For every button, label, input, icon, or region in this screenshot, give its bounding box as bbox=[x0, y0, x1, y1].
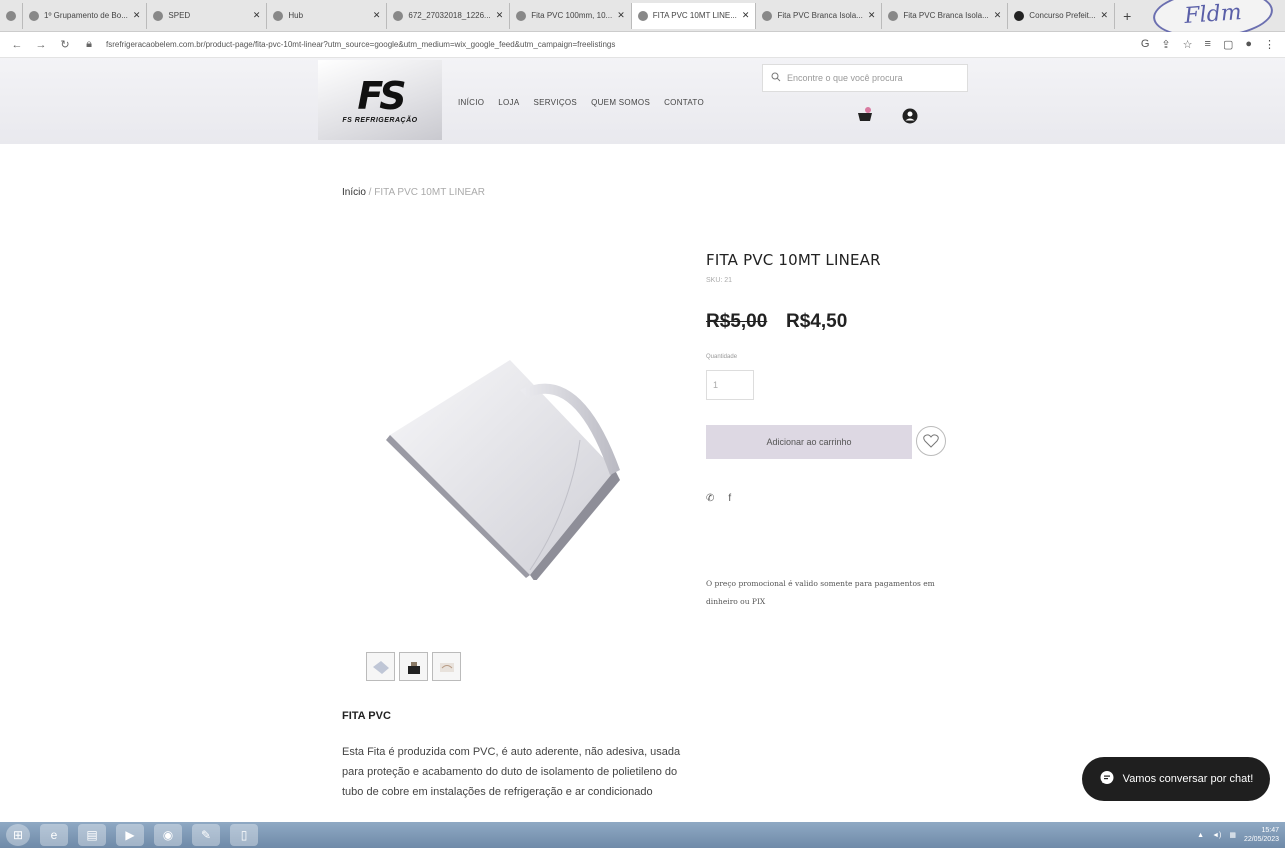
start-button-icon[interactable]: ⊞ bbox=[6, 824, 30, 846]
wishlist-heart-icon[interactable] bbox=[916, 426, 946, 456]
breadcrumb-current: FITA PVC 10MT LINEAR bbox=[374, 187, 486, 198]
close-icon[interactable]: ✕ bbox=[133, 10, 141, 21]
search-input[interactable]: Encontre o que você procura bbox=[762, 64, 968, 92]
close-icon[interactable]: ✕ bbox=[868, 10, 876, 21]
url-field[interactable]: fsrefrigeracaobelem.com.br/product-page/… bbox=[106, 40, 1131, 49]
system-tray: ▲ ◄) ▦ 15:47 22/05/2023 bbox=[1197, 826, 1279, 844]
nav-contato[interactable]: CONTATO bbox=[664, 98, 704, 107]
tab-favicon-icon bbox=[762, 10, 773, 21]
profile-icon[interactable]: ● bbox=[1245, 38, 1252, 51]
thumbnail-strip bbox=[366, 652, 461, 681]
new-tab-button[interactable]: + bbox=[1115, 8, 1139, 24]
breadcrumb-home[interactable]: Início bbox=[342, 187, 366, 198]
document-icon[interactable]: ▯ bbox=[230, 824, 258, 846]
chat-button[interactable]: Vamos conversar por chat! bbox=[1082, 757, 1270, 801]
quantity-input[interactable] bbox=[706, 370, 754, 400]
reload-icon[interactable]: ↻ bbox=[58, 38, 72, 51]
back-icon[interactable]: ← bbox=[10, 39, 24, 51]
network-icon[interactable]: ▦ bbox=[1229, 831, 1236, 839]
clock[interactable]: 15:47 22/05/2023 bbox=[1244, 826, 1279, 844]
tab-favicon-icon bbox=[888, 10, 899, 21]
tab-fita-branca-2[interactable]: Fita PVC Branca Isola... ✕ bbox=[882, 2, 1009, 29]
cart-icon[interactable] bbox=[856, 106, 874, 124]
close-icon[interactable]: ✕ bbox=[617, 10, 625, 21]
chat-bubble-icon bbox=[1099, 770, 1115, 789]
product-title: FITA PVC 10MT LINEAR bbox=[706, 251, 881, 269]
thumbnail-2[interactable] bbox=[399, 652, 428, 681]
whatsapp-icon[interactable]: ✆ bbox=[706, 493, 714, 504]
close-icon[interactable]: ✕ bbox=[253, 10, 261, 21]
file-explorer-icon[interactable]: ▤ bbox=[78, 824, 106, 846]
price-original: R$5,00 bbox=[706, 311, 768, 332]
close-icon[interactable]: ✕ bbox=[1101, 10, 1109, 21]
tab-favicon-icon bbox=[273, 10, 284, 21]
chat-label: Vamos conversar por chat! bbox=[1122, 773, 1254, 785]
browser-menu-icon[interactable]: ⋮ bbox=[1264, 38, 1275, 51]
tab-active-product[interactable]: FITA PVC 10MT LINE... ✕ bbox=[631, 2, 757, 29]
os-taskbar: ⊞ e ▤ ▶ ◉ ✎ ▯ ▲ ◄) ▦ 15:47 22/05/2023 bbox=[0, 822, 1285, 848]
address-bar: ← → ↻ 🔒︎ fsrefrigeracaobelem.com.br/prod… bbox=[0, 32, 1285, 58]
tab-grupamento[interactable]: 1º Grupamento de Bo... ✕ bbox=[23, 2, 148, 29]
tab-favicon-icon bbox=[153, 10, 164, 21]
promo-note: O preço promocional é valido somente par… bbox=[706, 579, 935, 606]
thumbnail-3[interactable] bbox=[432, 652, 461, 681]
tab-sped[interactable]: SPED ✕ bbox=[147, 2, 268, 29]
nav-servicos[interactable]: SERVIÇOS bbox=[533, 98, 577, 107]
search-icon bbox=[771, 72, 781, 84]
bookmark-star-icon[interactable]: ☆ bbox=[1183, 38, 1193, 51]
tab-pdf-document[interactable]: 672_27032018_1226... ✕ bbox=[387, 2, 511, 29]
tab-favicon-icon bbox=[393, 10, 404, 21]
tray-expand-icon[interactable]: ▲ bbox=[1197, 832, 1204, 839]
account-icon[interactable] bbox=[902, 108, 918, 124]
close-icon[interactable]: ✕ bbox=[742, 10, 750, 21]
tab-concurso[interactable]: Concurso Prefeit... ✕ bbox=[1008, 2, 1116, 29]
tab-hub[interactable]: Hub ✕ bbox=[267, 2, 388, 29]
share-links: ✆ f bbox=[706, 493, 731, 504]
close-icon[interactable]: ✕ bbox=[994, 10, 1002, 21]
tab-favicon-icon bbox=[516, 10, 527, 21]
tab-google-search[interactable]: Fita PVC 100mm, 10... ✕ bbox=[510, 2, 632, 29]
breadcrumb: Início / FITA PVC 10MT LINEAR bbox=[342, 187, 486, 198]
browser-tab-bar: 1º Grupamento de Bo... ✕ SPED ✕ Hub ✕ 672_2… bbox=[0, 0, 1285, 32]
tab-favicon-icon bbox=[1014, 10, 1025, 21]
forward-icon[interactable]: → bbox=[34, 39, 48, 51]
description-title: FITA PVC bbox=[342, 710, 391, 722]
reading-list-icon[interactable]: ≡ bbox=[1205, 38, 1211, 51]
media-player-icon[interactable]: ▶ bbox=[116, 824, 144, 846]
tab-favicon-icon bbox=[29, 10, 39, 21]
tab-fita-branca-1[interactable]: Fita PVC Branca Isola... ✕ bbox=[756, 2, 883, 29]
price-sale: R$4,50 bbox=[786, 311, 848, 332]
nav-loja[interactable]: LOJA bbox=[498, 98, 519, 107]
main-nav: INÍCIO LOJA SERVIÇOS QUEM SOMOS CONTATO bbox=[458, 98, 704, 107]
quantity-label: Quantidade bbox=[706, 354, 738, 360]
lock-icon: 🔒︎ bbox=[86, 38, 92, 50]
sidebar-icon[interactable]: ▢ bbox=[1223, 38, 1233, 51]
nav-quem-somos[interactable]: QUEM SOMOS bbox=[591, 98, 650, 107]
google-lens-icon[interactable]: G bbox=[1141, 38, 1150, 51]
internet-explorer-icon[interactable]: e bbox=[40, 824, 68, 846]
chrome-icon[interactable]: ◉ bbox=[154, 824, 182, 846]
add-to-cart-button[interactable]: Adicionar ao carrinho bbox=[706, 425, 912, 459]
facebook-icon[interactable]: f bbox=[728, 493, 731, 504]
share-page-icon[interactable]: ⇪ bbox=[1161, 38, 1170, 51]
nav-inicio[interactable]: INÍCIO bbox=[458, 98, 484, 107]
volume-icon[interactable]: ◄) bbox=[1212, 832, 1221, 839]
site-logo[interactable]: FS FS REFRIGERAÇÃO bbox=[318, 60, 442, 140]
chrome-menu-icon[interactable] bbox=[0, 2, 23, 29]
description-text: Esta Fita é produzida com PVC, é auto ad… bbox=[342, 746, 681, 798]
product-image[interactable] bbox=[380, 320, 640, 582]
product-sku: SKU: 21 bbox=[706, 277, 733, 284]
paint-icon[interactable]: ✎ bbox=[192, 824, 220, 846]
search-placeholder: Encontre o que você procura bbox=[787, 73, 903, 83]
site-header: FS FS REFRIGERAÇÃO INÍCIO LOJA SERVIÇOS … bbox=[0, 58, 1285, 144]
close-icon[interactable]: ✕ bbox=[373, 10, 381, 21]
tab-favicon-icon bbox=[637, 10, 648, 21]
close-icon[interactable]: ✕ bbox=[496, 10, 504, 21]
thumbnail-1[interactable] bbox=[366, 652, 395, 681]
